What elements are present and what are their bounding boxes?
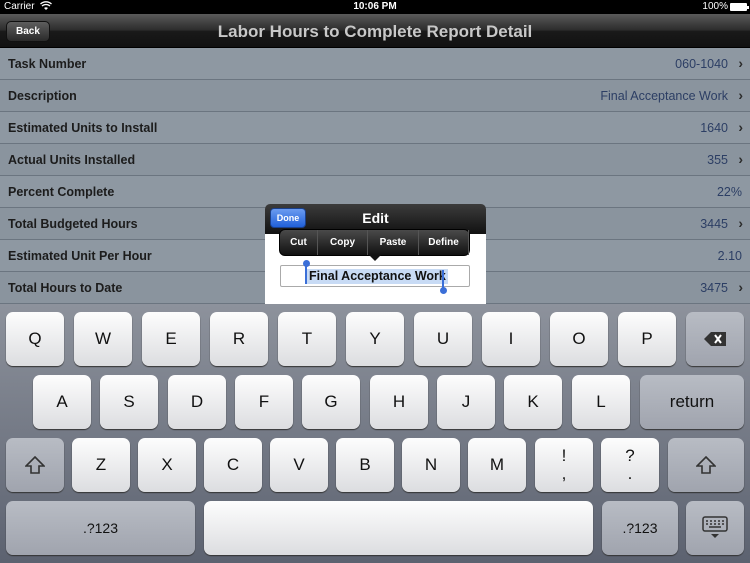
- return-key[interactable]: return: [640, 375, 744, 429]
- key-v[interactable]: V: [270, 438, 328, 492]
- popover-title: Edit: [362, 210, 389, 226]
- keyboard: Q W E R T Y U I O P A S D F G H J K L re…: [0, 304, 750, 563]
- row-label: Task Number: [8, 57, 87, 71]
- key-d[interactable]: D: [168, 375, 226, 429]
- selected-text[interactable]: Final Acceptance Work: [307, 269, 448, 284]
- row-label: Estimated Unit Per Hour: [8, 249, 152, 263]
- row-label: Estimated Units to Install: [8, 121, 158, 135]
- space-key[interactable]: [204, 501, 593, 555]
- key-c[interactable]: C: [204, 438, 262, 492]
- row-value: 22%: [716, 185, 742, 199]
- key-p[interactable]: P: [618, 312, 676, 366]
- key-exclamation-comma[interactable]: ! ,: [535, 438, 593, 492]
- menu-pointer: [369, 255, 381, 261]
- key-l[interactable]: L: [572, 375, 630, 429]
- selection-start-handle[interactable]: [302, 260, 310, 284]
- cut-menu-item[interactable]: Cut: [280, 230, 318, 255]
- keyboard-dismiss-icon: [702, 516, 728, 538]
- selection-end-handle[interactable]: [439, 270, 447, 294]
- table-row[interactable]: Task Number 060-1040 ›: [0, 48, 750, 80]
- key-s[interactable]: S: [100, 375, 158, 429]
- battery-icon: [730, 3, 749, 11]
- backspace-icon: [704, 332, 726, 346]
- row-label: Description: [8, 89, 77, 103]
- key-n[interactable]: N: [402, 438, 460, 492]
- row-value: Final Acceptance Work: [600, 89, 728, 103]
- row-value: 1640: [700, 121, 728, 135]
- numbers-key-left[interactable]: .?123: [6, 501, 195, 555]
- row-label: Percent Complete: [8, 185, 115, 199]
- row-value: 060-1040: [675, 57, 728, 71]
- key-m[interactable]: M: [468, 438, 526, 492]
- battery-percent: 100%: [702, 1, 728, 12]
- copy-menu-item[interactable]: Copy: [318, 230, 368, 255]
- table-row[interactable]: Actual Units Installed 355 ›: [0, 144, 750, 176]
- row-label: Total Budgeted Hours: [8, 217, 138, 231]
- paste-menu-item[interactable]: Paste: [368, 230, 419, 255]
- chevron-right-icon: ›: [738, 55, 743, 71]
- row-value: 355: [707, 153, 728, 167]
- delete-key[interactable]: [686, 312, 744, 366]
- key-a[interactable]: A: [33, 375, 91, 429]
- table-row[interactable]: Description Final Acceptance Work ›: [0, 80, 750, 112]
- key-bottom-char: ,: [561, 464, 567, 483]
- chevron-right-icon: ›: [738, 119, 743, 135]
- key-top-char: !: [561, 446, 567, 465]
- chevron-right-icon: ›: [738, 151, 743, 167]
- numbers-key-right[interactable]: .?123: [602, 501, 678, 555]
- table-row[interactable]: Estimated Units to Install 1640 ›: [0, 112, 750, 144]
- key-y[interactable]: Y: [346, 312, 404, 366]
- chevron-right-icon: ›: [738, 87, 743, 103]
- key-u[interactable]: U: [414, 312, 472, 366]
- key-bottom-char: .: [627, 464, 633, 483]
- shift-key-left[interactable]: [6, 438, 64, 492]
- key-g[interactable]: G: [302, 375, 360, 429]
- key-t[interactable]: T: [278, 312, 336, 366]
- key-k[interactable]: K: [504, 375, 562, 429]
- key-x[interactable]: X: [138, 438, 196, 492]
- row-label: Total Hours to Date: [8, 281, 123, 295]
- key-b[interactable]: B: [336, 438, 394, 492]
- key-question-period[interactable]: ? .: [601, 438, 659, 492]
- edit-menu: Cut Copy Paste Define: [279, 229, 470, 261]
- clock: 10:06 PM: [353, 1, 397, 12]
- chevron-right-icon: ›: [738, 215, 743, 231]
- navigation-bar: Back Labor Hours to Complete Report Deta…: [0, 14, 750, 48]
- key-q[interactable]: Q: [6, 312, 64, 366]
- row-value: 3475: [700, 281, 728, 295]
- row-value: 2.10: [717, 249, 742, 263]
- row-label: Actual Units Installed: [8, 153, 136, 167]
- page-title: Labor Hours to Complete Report Detail: [217, 22, 533, 41]
- define-menu-item[interactable]: Define: [419, 230, 469, 255]
- shift-icon: [25, 456, 45, 474]
- key-i[interactable]: I: [482, 312, 540, 366]
- key-r[interactable]: R: [210, 312, 268, 366]
- key-top-char: ?: [625, 446, 635, 465]
- key-e[interactable]: E: [142, 312, 200, 366]
- chevron-right-icon: ›: [738, 279, 743, 295]
- key-j[interactable]: J: [437, 375, 495, 429]
- status-bar: Carrier 10:06 PM 100%: [0, 0, 750, 14]
- key-o[interactable]: O: [550, 312, 608, 366]
- row-value: 3445: [700, 217, 728, 231]
- shift-icon: [696, 456, 716, 474]
- key-f[interactable]: F: [235, 375, 293, 429]
- key-z[interactable]: Z: [72, 438, 130, 492]
- dismiss-keyboard-key[interactable]: [686, 501, 744, 555]
- shift-key-right[interactable]: [668, 438, 744, 492]
- key-w[interactable]: W: [74, 312, 132, 366]
- key-h[interactable]: H: [370, 375, 428, 429]
